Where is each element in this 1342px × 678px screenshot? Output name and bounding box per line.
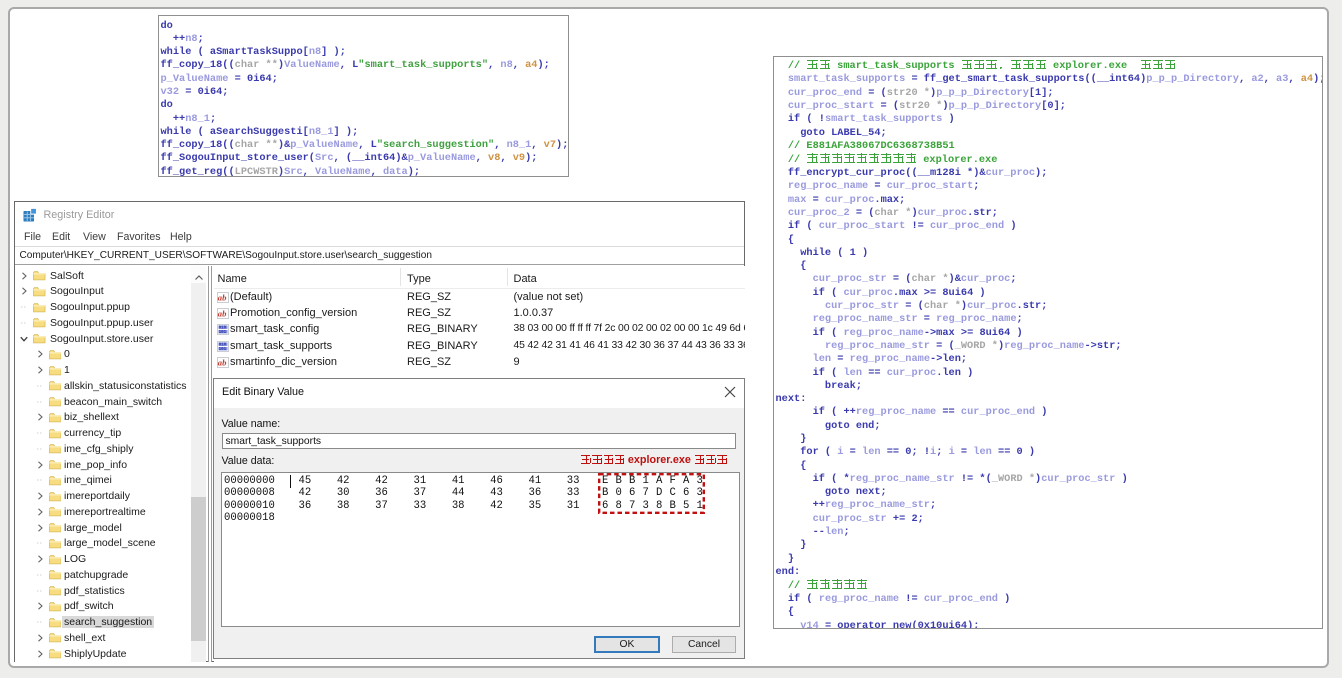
svg-text:010: 010 (219, 327, 227, 331)
svg-text:ab: ab (218, 309, 227, 319)
svg-text:101: 101 (219, 331, 227, 335)
svg-text:ab: ab (218, 358, 227, 368)
svg-text:101: 101 (219, 348, 227, 352)
svg-text:010: 010 (219, 343, 227, 347)
svg-text:ab: ab (218, 292, 227, 302)
